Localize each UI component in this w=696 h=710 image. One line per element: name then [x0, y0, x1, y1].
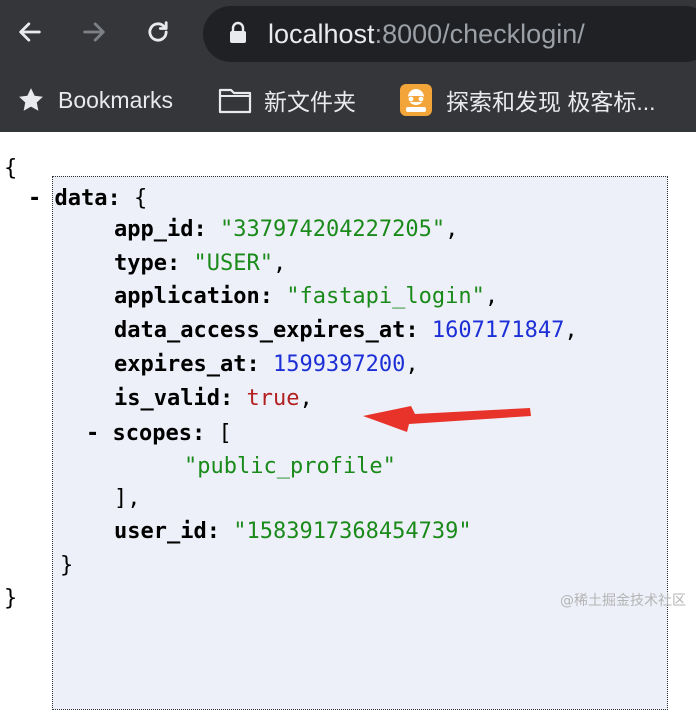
- json-data-line: - data: {: [28, 186, 148, 211]
- json-field-is-valid: is_valid: true,: [114, 386, 313, 411]
- bookmarks-bar: Bookmarks 新文件夹 探索和发现 极客标...: [0, 68, 696, 132]
- json-field-expires-at: expires_at: 1599397200,: [114, 352, 419, 377]
- collapse-toggle[interactable]: -: [86, 421, 99, 446]
- json-field-data-access-expires-at: data_access_expires_at: 1607171847,: [114, 318, 578, 343]
- browser-toolbar: localhost:8000/checklogin/: [0, 0, 696, 68]
- watermark: @稀土掘金技术社区: [560, 593, 686, 609]
- site-favicon: [400, 84, 432, 116]
- json-field-type: type: "USER",: [114, 251, 287, 276]
- reload-button[interactable]: [138, 12, 178, 52]
- json-root-close: }: [4, 586, 18, 611]
- json-data-close: }: [60, 553, 74, 578]
- arrow-right-icon: [83, 22, 105, 42]
- folder-icon: [218, 88, 252, 114]
- bookmark-label: 新文件夹: [264, 89, 356, 115]
- json-scopes-item: "public_profile": [184, 454, 396, 479]
- bookmark-item-site[interactable]: 探索和发现 极客标...: [398, 68, 656, 132]
- bookmark-label: 探索和发现 极客标...: [446, 89, 656, 115]
- json-field-app-id: app_id: "337974204227205",: [114, 217, 459, 242]
- collapse-toggle[interactable]: -: [28, 186, 41, 211]
- url-host: localhost: [268, 19, 375, 49]
- reload-icon: [148, 21, 168, 42]
- json-field-user-id: user_id: "1583917368454739": [114, 519, 472, 544]
- bookmark-label: Bookmarks: [58, 86, 174, 113]
- json-viewer: { - data: { app_id: "337974204227205", t…: [0, 132, 696, 710]
- url-text[interactable]: localhost:8000/checklogin/: [268, 12, 585, 56]
- json-field-scopes: - scopes: [: [86, 421, 232, 446]
- forward-button[interactable]: [74, 12, 114, 52]
- bookmark-item-bookmarks[interactable]: Bookmarks: [16, 68, 173, 132]
- json-scopes-close: ],: [114, 486, 141, 511]
- lock-icon[interactable]: [228, 21, 248, 45]
- arrow-left-icon: [19, 22, 41, 42]
- star-icon: [19, 88, 43, 111]
- json-field-application: application: "fastapi_login",: [114, 284, 499, 309]
- back-button[interactable]: [10, 12, 50, 52]
- bookmark-item-folder[interactable]: 新文件夹: [218, 68, 356, 132]
- json-root-open: {: [4, 156, 18, 181]
- annotation-arrow: [363, 406, 531, 432]
- url-path: :8000/checklogin/: [374, 19, 585, 49]
